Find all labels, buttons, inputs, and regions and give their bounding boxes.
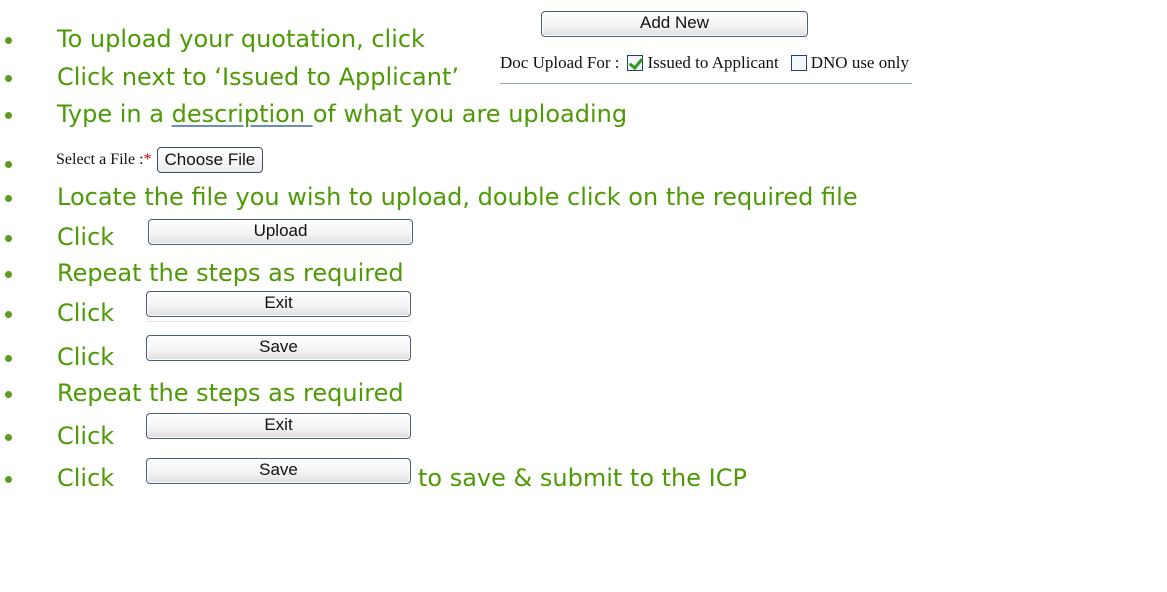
bullet bbox=[5, 271, 12, 278]
step-text: Click bbox=[57, 464, 115, 492]
divider bbox=[146, 321, 411, 322]
file-label: Select a File : bbox=[56, 151, 144, 168]
step-text: To upload your quotation, click bbox=[57, 25, 425, 53]
step-text: Click bbox=[57, 223, 115, 251]
doc-upload-for: Doc Upload For : Issued to Applicant DNO… bbox=[500, 53, 912, 84]
dno-use-only-label: DNO use only bbox=[810, 53, 909, 72]
save-submit-button[interactable]: Save bbox=[146, 458, 411, 484]
step-text-part: Type in a bbox=[57, 100, 172, 128]
dno-use-only-checkbox[interactable] bbox=[790, 55, 807, 71]
doc-upload-label: Doc Upload For : bbox=[500, 53, 620, 72]
description-link[interactable]: description bbox=[172, 100, 313, 128]
upload-button[interactable]: Upload bbox=[148, 219, 413, 245]
issued-to-applicant-checkbox[interactable] bbox=[627, 55, 644, 71]
required-mark: * bbox=[143, 151, 152, 168]
step-text-part: of what you are uploading bbox=[312, 100, 628, 128]
bullet bbox=[5, 391, 12, 398]
bullet bbox=[5, 112, 12, 119]
step-text: Click bbox=[57, 422, 115, 450]
bullet bbox=[5, 476, 12, 483]
choose-file-button[interactable]: Choose File bbox=[156, 147, 264, 173]
step-text: Repeat the steps as required bbox=[57, 379, 404, 407]
step-text-suffix: to save & submit to the ICP bbox=[418, 464, 747, 492]
step-text: Click bbox=[57, 299, 115, 327]
divider bbox=[500, 83, 912, 84]
bullet bbox=[5, 37, 12, 44]
bullet bbox=[5, 75, 12, 82]
issued-to-applicant-label: Issued to Applicant bbox=[647, 53, 779, 72]
step-text: Repeat the steps as required bbox=[57, 259, 404, 287]
step-text: Type in a description of what you are up… bbox=[57, 100, 627, 128]
bullet bbox=[5, 434, 12, 441]
step-text: Click bbox=[57, 343, 115, 371]
bullet bbox=[5, 311, 12, 318]
bullet bbox=[5, 235, 12, 242]
bullet bbox=[5, 355, 12, 362]
save-button[interactable]: Save bbox=[146, 335, 411, 361]
exit-button[interactable]: Exit bbox=[146, 413, 411, 439]
step-text: Click next to ‘Issued to Applicant’ bbox=[57, 63, 459, 91]
bullet bbox=[5, 195, 12, 202]
file-select-row: Select a File : * Choose File bbox=[56, 147, 264, 173]
bullet bbox=[5, 161, 12, 168]
exit-button[interactable]: Exit bbox=[146, 291, 411, 317]
add-new-button[interactable]: Add New bbox=[541, 11, 808, 37]
step-text: Locate the file you wish to upload, doub… bbox=[57, 183, 858, 211]
